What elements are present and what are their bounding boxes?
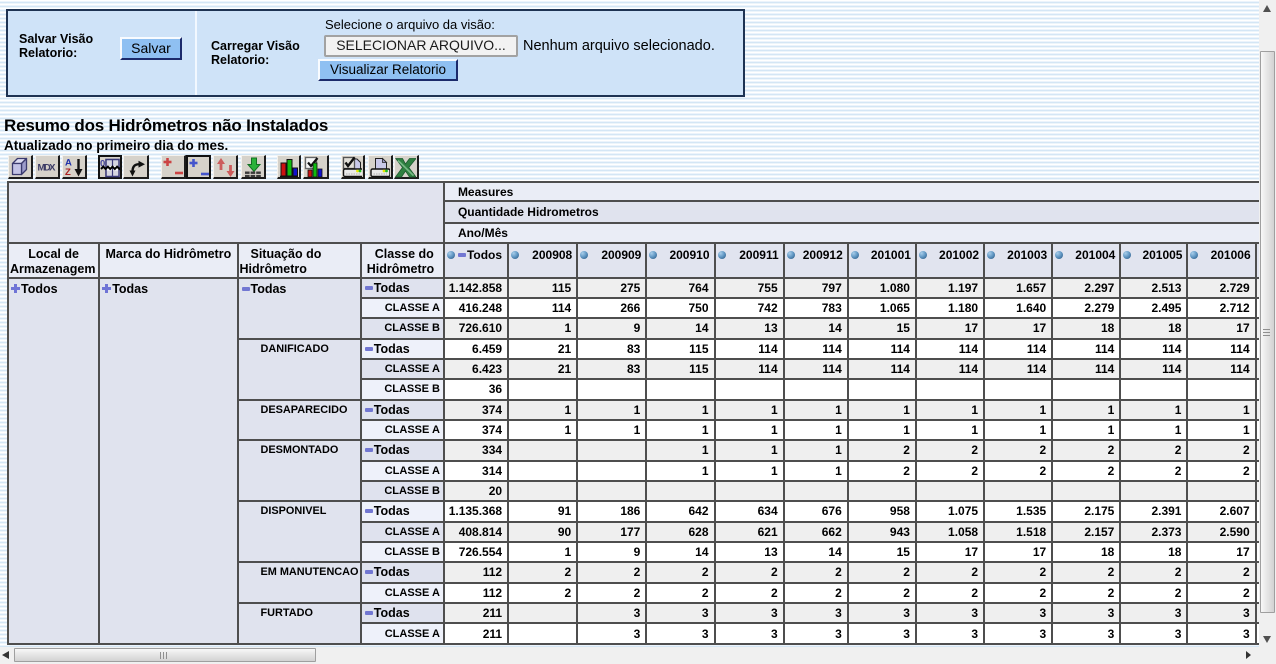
svg-text:Z: Z — [65, 167, 71, 178]
svg-text:MDX: MDX — [38, 163, 57, 174]
